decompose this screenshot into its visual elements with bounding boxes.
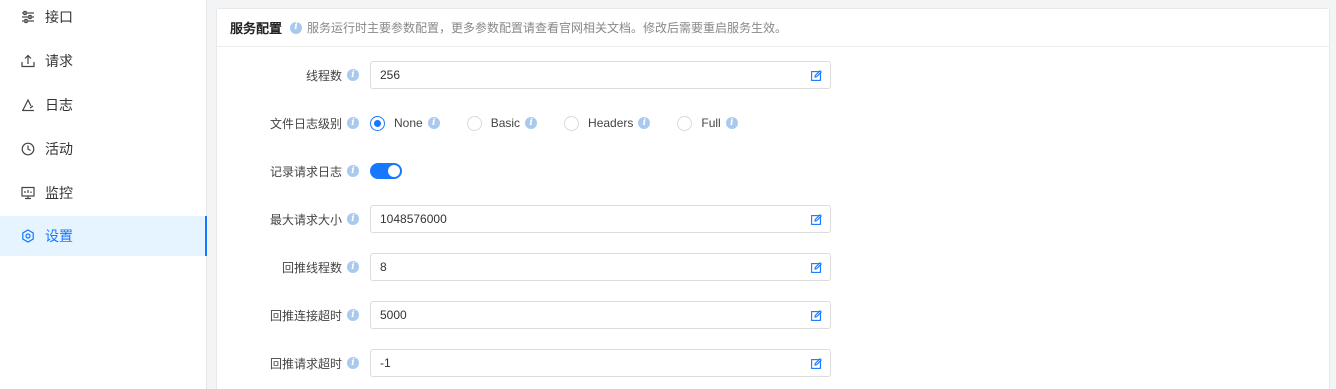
sidebar-item-label: 设置 (45, 228, 73, 244)
threads-row: 线程数 i 256 (217, 61, 1331, 89)
record-request-log-row: 记录请求日志 i (217, 157, 1331, 185)
max-request-size-row: 最大请求大小 i 1048576000 (217, 205, 1331, 233)
sidebar-item-label: 活动 (45, 141, 73, 157)
radio-none[interactable]: None i (370, 115, 440, 131)
callback-request-timeout-label: 回推请求超时 i (270, 349, 359, 377)
edit-icon[interactable] (811, 214, 822, 225)
radio-basic[interactable]: Basic i (466, 115, 538, 131)
sidebar-item-requests[interactable]: 请求 (0, 41, 206, 81)
info-icon: i (347, 357, 359, 369)
sidebar-item-monitor[interactable]: 监控 (0, 173, 206, 213)
radio-full[interactable]: Full i (677, 115, 738, 131)
info-icon: i (347, 261, 359, 273)
edit-icon[interactable] (811, 262, 822, 273)
info-icon: i (347, 213, 359, 225)
radio-dot[interactable] (677, 115, 693, 131)
info-icon: i (347, 117, 359, 129)
radio-headers[interactable]: Headers i (564, 115, 651, 131)
sidebar-item-label: 接口 (45, 9, 73, 25)
edit-icon[interactable] (811, 358, 822, 369)
clock-icon (21, 142, 35, 156)
file-log-level-row: 文件日志级别 i None i Basic i Headers i Full i (217, 109, 1331, 137)
radio-dot[interactable] (564, 115, 580, 131)
callback-threads-label: 回推线程数 i (282, 253, 359, 281)
edit-icon[interactable] (811, 70, 822, 81)
toggle-knob (388, 165, 400, 177)
upload-icon (21, 54, 35, 68)
file-log-level-radio-group: None i Basic i Headers i Full i (370, 109, 765, 137)
callback-threads-row: 回推线程数 i 8 (217, 253, 1331, 281)
sliders-icon (21, 10, 35, 24)
sidebar-item-label: 监控 (45, 185, 73, 201)
callback-connect-timeout-input[interactable]: 5000 (370, 301, 831, 329)
callback-request-timeout-row: 回推请求超时 i -1 (217, 349, 1331, 377)
max-request-size-input[interactable]: 1048576000 (370, 205, 831, 233)
panel-description: 服务运行时主要参数配置，更多参数配置请查看官网相关文档。修改后需要重启服务生效。 (307, 21, 788, 35)
callback-threads-input[interactable]: 8 (370, 253, 831, 281)
info-icon: i (427, 117, 440, 129)
max-request-size-label: 最大请求大小 i (270, 205, 359, 233)
radio-dot[interactable] (370, 115, 385, 131)
radio-dot[interactable] (466, 115, 482, 131)
callback-request-timeout-input[interactable]: -1 (370, 349, 831, 377)
info-icon: i (290, 21, 303, 34)
monitor-icon (21, 186, 35, 200)
record-request-log-label: 记录请求日志 i (270, 157, 359, 185)
service-config-panel: 服务配置 i 服务运行时主要参数配置，更多参数配置请查看官网相关文档。修改后需要… (216, 8, 1330, 389)
info-icon: i (525, 117, 538, 129)
file-log-level-label: 文件日志级别 i (270, 109, 359, 137)
info-icon: i (725, 117, 738, 129)
threads-input[interactable]: 256 (370, 61, 831, 89)
sidebar: 接口 请求 日志 活动 监控 设置 (0, 0, 207, 389)
sidebar-item-label: 请求 (45, 53, 73, 69)
info-icon: i (347, 165, 359, 177)
edit-icon[interactable] (811, 310, 822, 321)
sidebar-item-logs[interactable]: 日志 (0, 85, 206, 125)
sidebar-item-activity[interactable]: 活动 (0, 129, 206, 169)
panel-header: 服务配置 i 服务运行时主要参数配置，更多参数配置请查看官网相关文档。修改后需要… (217, 9, 1329, 47)
sidebar-item-interfaces[interactable]: 接口 (0, 0, 206, 37)
sidebar-item-label: 日志 (45, 97, 73, 113)
info-icon: i (347, 309, 359, 321)
threads-label: 线程数 i (306, 61, 359, 89)
log-icon (21, 98, 35, 112)
panel-title: 服务配置 (230, 21, 283, 36)
callback-connect-timeout-row: 回推连接超时 i 5000 (217, 301, 1331, 329)
sidebar-item-settings[interactable]: 设置 (0, 216, 207, 256)
settings-icon (21, 229, 35, 243)
record-request-log-toggle[interactable] (370, 163, 402, 179)
info-icon: i (638, 117, 651, 129)
callback-connect-timeout-label: 回推连接超时 i (270, 301, 359, 329)
info-icon: i (347, 69, 359, 81)
